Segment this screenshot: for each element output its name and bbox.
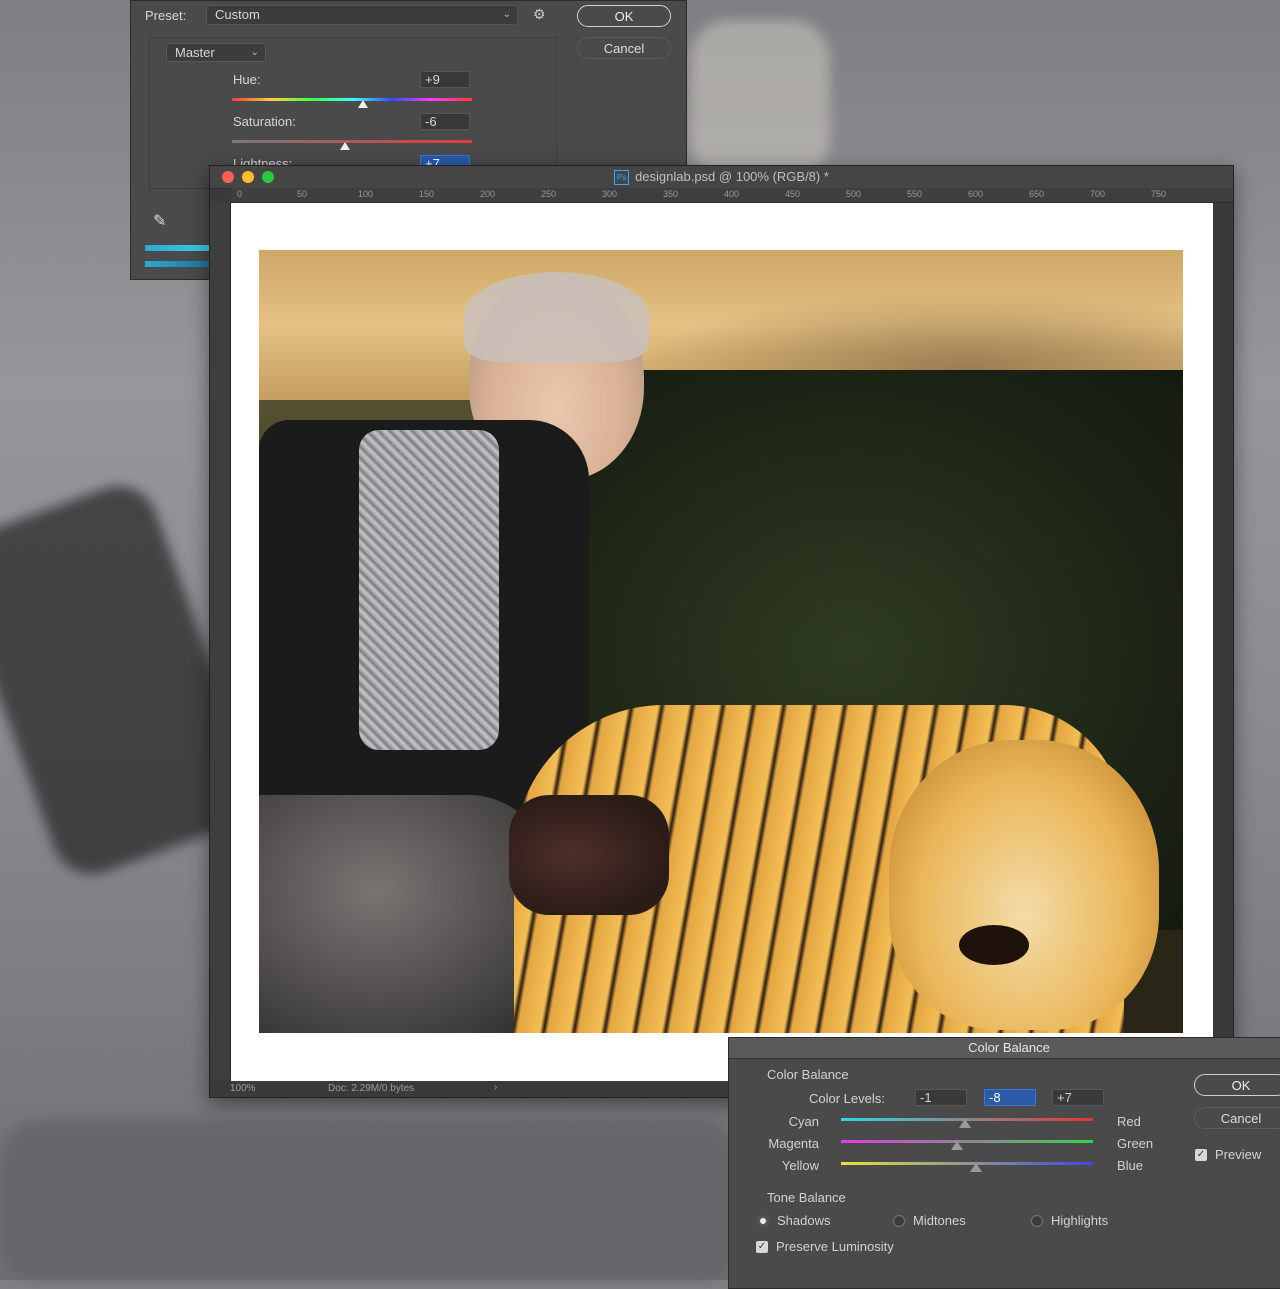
shadows-label: Shadows: [777, 1213, 831, 1228]
yellow-blue-slider-thumb[interactable]: [970, 1163, 982, 1172]
ok-button[interactable]: OK: [1194, 1074, 1280, 1096]
saturation-value-field[interactable]: -6: [420, 113, 470, 130]
ruler-tick-label: 50: [297, 189, 308, 199]
red-label: Red: [1117, 1114, 1141, 1129]
preview-checkbox[interactable]: ✓: [1195, 1149, 1207, 1161]
cancel-button[interactable]: Cancel: [577, 37, 671, 59]
ruler-tick-label: 450: [785, 189, 801, 199]
document-size: Doc: 2.29M/0 bytes: [328, 1083, 415, 1094]
ruler-tick-label: 700: [1090, 189, 1106, 199]
ruler-tick-label: 200: [480, 189, 496, 199]
green-label: Green: [1117, 1136, 1154, 1151]
magenta-green-slider-thumb[interactable]: [951, 1141, 963, 1150]
tone-balance-section-label: Tone Balance: [767, 1190, 846, 1205]
ruler-tick-label: 650: [1029, 189, 1045, 199]
color-balance-dialog: Color Balance Color Balance Color Levels…: [728, 1037, 1280, 1289]
ruler-tick-label: 600: [968, 189, 984, 199]
hue-label: Hue:: [233, 72, 261, 87]
ruler-tick-label: 400: [724, 189, 740, 199]
ruler-tick-label: 0: [237, 189, 243, 199]
channel-select[interactable]: Master ⌄: [166, 43, 266, 62]
document-window: Ps designlab.psd @ 100% (RGB/8) * 0 50 10…: [209, 165, 1234, 1098]
shadows-radio[interactable]: [757, 1215, 769, 1227]
cyan-label: Cyan: [788, 1114, 819, 1129]
ruler-tick-label: 100: [358, 189, 374, 199]
midtones-label: Midtones: [913, 1213, 966, 1228]
preserve-luminosity-checkbox[interactable]: ✓: [756, 1241, 768, 1253]
hue-range-bar: [145, 245, 215, 251]
background-blur-shape: [690, 20, 830, 180]
document-title: Ps designlab.psd @ 100% (RGB/8) *: [210, 169, 1233, 186]
preview-label: Preview: [1215, 1147, 1262, 1162]
cancel-button[interactable]: Cancel: [1194, 1107, 1280, 1129]
color-level-2-field[interactable]: -8: [984, 1089, 1036, 1106]
color-balance-section-label: Color Balance: [767, 1067, 849, 1082]
magenta-label: Magenta: [768, 1136, 819, 1151]
hue-range-bar: [145, 261, 215, 267]
vertical-ruler: [210, 202, 231, 1079]
saturation-slider-track[interactable]: [232, 140, 472, 143]
color-level-3-field[interactable]: +7: [1052, 1089, 1104, 1106]
blue-label: Blue: [1117, 1158, 1144, 1173]
hue-slider-track[interactable]: [232, 98, 472, 101]
midtones-radio[interactable]: [893, 1215, 905, 1227]
preserve-luminosity-label: Preserve Luminosity: [776, 1239, 894, 1254]
zoom-level[interactable]: 100%: [230, 1083, 256, 1094]
highlights-label: Highlights: [1051, 1213, 1109, 1228]
background-blur-shape: [0, 1120, 740, 1280]
saturation-slider-thumb[interactable]: [340, 142, 350, 150]
saturation-label: Saturation:: [233, 114, 296, 129]
ruler-tick-label: 350: [663, 189, 679, 199]
ruler-tick-label: 550: [907, 189, 923, 199]
tiger-head: [889, 740, 1159, 1030]
eyedropper-icon[interactable]: ✎: [153, 211, 166, 231]
color-level-1-field[interactable]: -1: [915, 1089, 967, 1106]
person-glove: [509, 795, 669, 915]
status-menu-arrow-icon[interactable]: ›: [494, 1082, 497, 1093]
hue-slider-thumb[interactable]: [358, 100, 368, 108]
ok-button[interactable]: OK: [577, 5, 671, 27]
photo-image: [259, 250, 1183, 1033]
dialog-title: Color Balance: [729, 1038, 1280, 1059]
preset-value: Custom: [215, 7, 260, 22]
yellow-label: Yellow: [781, 1158, 819, 1173]
highlights-radio[interactable]: [1031, 1215, 1043, 1227]
person-scarf: [359, 430, 499, 750]
magenta-green-slider[interactable]: [841, 1140, 1093, 1143]
gear-icon[interactable]: ⚙: [533, 6, 546, 23]
yellow-blue-slider[interactable]: [841, 1162, 1093, 1165]
document-titlebar: Ps designlab.psd @ 100% (RGB/8) *: [210, 166, 1233, 189]
horizontal-ruler: 0 50 100 150 200 250 300 350 400 450 500…: [231, 188, 1233, 203]
preset-select[interactable]: Custom ⌄: [206, 5, 518, 25]
cyan-red-slider-thumb[interactable]: [959, 1119, 971, 1128]
color-levels-label: Color Levels:: [809, 1091, 885, 1106]
tiger-nose: [959, 925, 1029, 965]
person-hair: [464, 272, 649, 362]
ruler-tick-label: 250: [541, 189, 557, 199]
chevron-down-icon: ⌄: [250, 47, 259, 58]
document-title-text: designlab.psd @ 100% (RGB/8) *: [635, 169, 829, 184]
hue-value-field[interactable]: +9: [420, 71, 470, 88]
photoshop-file-icon: Ps: [614, 170, 630, 186]
preset-label: Preset:: [145, 8, 187, 23]
person-jacket-fur: [259, 795, 549, 1033]
ruler-tick-label: 750: [1151, 189, 1167, 199]
ruler-tick-label: 150: [419, 189, 435, 199]
channel-value: Master: [175, 45, 215, 60]
chevron-down-icon: ⌄: [502, 9, 511, 20]
ruler-tick-label: 500: [846, 189, 862, 199]
document-canvas[interactable]: [231, 203, 1213, 1081]
ruler-tick-label: 300: [602, 189, 618, 199]
